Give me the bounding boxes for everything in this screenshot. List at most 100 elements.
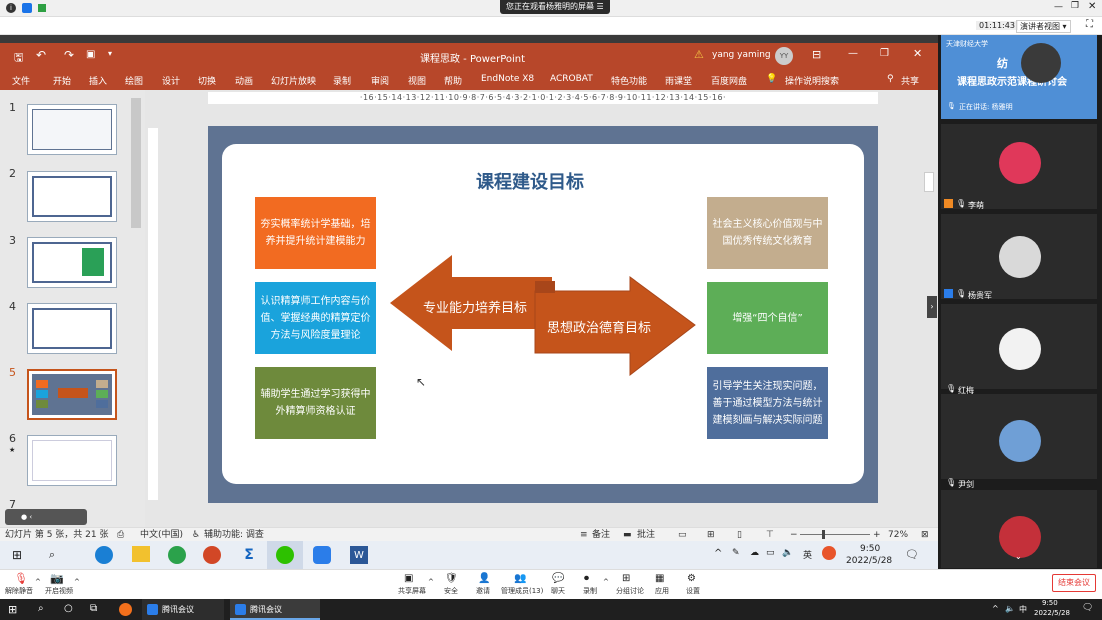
- slide-sorter-icon[interactable]: ⊞: [707, 528, 715, 542]
- comments-button[interactable]: 批注: [637, 528, 655, 542]
- qat-more-icon[interactable]: ▾: [108, 49, 112, 58]
- notes-icon[interactable]: ≡: [580, 528, 588, 542]
- chat-icon[interactable]: 💬: [552, 573, 564, 584]
- minimize-icon[interactable]: —: [848, 48, 858, 59]
- firefox-icon[interactable]: [119, 603, 132, 616]
- accessibility-icon[interactable]: ♿: [192, 528, 200, 542]
- normal-view-icon[interactable]: ▭: [678, 528, 687, 542]
- browser-icon[interactable]: [168, 546, 186, 564]
- undo-icon[interactable]: ↶: [36, 48, 46, 62]
- restore-icon[interactable]: ❐: [1071, 1, 1079, 11]
- security-icon[interactable]: 🛡: [445, 573, 458, 584]
- wechat-icon[interactable]: [276, 546, 294, 564]
- save-icon[interactable]: 🖫: [14, 49, 23, 68]
- tab-help[interactable]: 帮助: [444, 74, 462, 87]
- participant-tile-4[interactable]: 🎙 尹剑: [941, 394, 1097, 489]
- chevron-up-icon[interactable]: ^: [714, 548, 722, 559]
- clock-date[interactable]: 2022/5/28: [846, 556, 892, 566]
- speaker-view-button[interactable]: 演讲者视图 ▾: [1016, 20, 1071, 33]
- present-icon[interactable]: ▣: [86, 49, 95, 60]
- slide-thumbnail-1[interactable]: [27, 104, 117, 155]
- breakout-button[interactable]: 分组讨论: [616, 586, 644, 596]
- file-explorer-icon[interactable]: [132, 546, 150, 562]
- chevron-up-icon[interactable]: ^: [74, 578, 80, 586]
- start-video-button[interactable]: 开启视频: [45, 586, 73, 596]
- security-button[interactable]: 安全: [444, 586, 458, 596]
- close-icon[interactable]: ✕: [913, 47, 922, 60]
- share-screen-icon[interactable]: ▣: [404, 573, 413, 584]
- windows-start-icon[interactable]: ⊞: [8, 603, 17, 616]
- video-off-icon[interactable]: 📷: [50, 572, 64, 585]
- sharer-video-thumb[interactable]: ● ‹: [5, 509, 87, 525]
- windows-start-icon[interactable]: ⊞: [10, 548, 24, 562]
- slide-thumbnail-4[interactable]: [27, 303, 117, 354]
- sigma-app-icon[interactable]: Σ: [240, 546, 258, 564]
- warning-icon[interactable]: ⚠: [694, 48, 704, 61]
- tab-record[interactable]: 录制: [333, 74, 351, 87]
- zoom-slider[interactable]: [800, 534, 870, 535]
- zoom-in-icon[interactable]: +: [873, 528, 881, 542]
- participant-tile-3[interactable]: 🎙 红梅: [941, 304, 1097, 395]
- zoom-level[interactable]: 72%: [888, 528, 908, 542]
- share-button[interactable]: 共享: [901, 74, 919, 87]
- invite-button[interactable]: 邀请: [476, 586, 490, 596]
- speaker-icon[interactable]: 🔈: [1005, 604, 1015, 613]
- edge-icon[interactable]: [95, 546, 113, 564]
- word-icon[interactable]: W: [350, 546, 368, 564]
- search-icon[interactable]: ⌕: [38, 603, 44, 614]
- manage-members-button[interactable]: 管理成员(13): [501, 586, 543, 596]
- invite-icon[interactable]: 👤: [478, 573, 490, 584]
- slide-thumbnail-3[interactable]: [27, 237, 117, 288]
- slide-thumbnail-6[interactable]: [27, 435, 117, 486]
- slideshow-view-icon[interactable]: ⊤: [766, 528, 774, 542]
- chevron-up-icon[interactable]: ^: [603, 578, 609, 586]
- scrollbar[interactable]: [924, 172, 934, 192]
- shield-icon[interactable]: [22, 3, 32, 13]
- breakout-icon[interactable]: ⊞: [622, 573, 630, 584]
- tencent-meeting-icon[interactable]: [313, 546, 331, 564]
- taskbar-app-1[interactable]: 腾讯会议: [142, 599, 224, 620]
- cortana-icon[interactable]: ○: [64, 603, 73, 614]
- tab-animations[interactable]: 动画: [235, 74, 253, 87]
- accessibility-status[interactable]: 辅助功能: 调查: [204, 528, 264, 542]
- chevron-down-icon[interactable]: ⌄: [1015, 552, 1022, 561]
- speaker-icon[interactable]: 🔈: [782, 548, 793, 558]
- tab-slideshow[interactable]: 幻灯片放映: [271, 74, 316, 87]
- chevron-up-icon[interactable]: ^: [428, 578, 434, 586]
- right-arrow-label[interactable]: 思想政治德育目标: [547, 317, 651, 336]
- ribbon-display-icon[interactable]: ⊟: [812, 48, 821, 61]
- slide-thumbnail-2[interactable]: [27, 171, 117, 222]
- tab-file[interactable]: 文件: [12, 74, 30, 87]
- zoom-out-icon[interactable]: −: [790, 528, 798, 542]
- comments-icon[interactable]: ▬: [623, 528, 632, 542]
- collapse-panel-button[interactable]: ›: [927, 296, 937, 318]
- record-button[interactable]: 录制: [583, 586, 597, 596]
- taskbar-app-2[interactable]: 腾讯会议: [230, 599, 320, 620]
- goal-box-right-3[interactable]: 引导学生关注现实问题，善于通过模型方法与统计建模刻画与解决实际问题: [707, 367, 828, 439]
- fullscreen-icon[interactable]: ⛶: [1086, 19, 1093, 30]
- tab-review[interactable]: 审阅: [371, 74, 389, 87]
- chevron-up-icon[interactable]: ^: [992, 604, 999, 613]
- share-icon[interactable]: ⚲: [887, 74, 894, 84]
- pen-icon[interactable]: ✎: [732, 548, 740, 558]
- battery-icon[interactable]: ▭: [766, 548, 775, 558]
- left-arrow-label[interactable]: 专业能力培养目标: [423, 297, 527, 316]
- goal-box-left-3[interactable]: 辅助学生通过学习获得中外精算师资格认证: [255, 367, 376, 439]
- participant-tile-2[interactable]: 🎙 杨贵军: [941, 214, 1097, 300]
- tab-design[interactable]: 设计: [162, 74, 180, 87]
- apps-button[interactable]: 应用: [655, 586, 669, 596]
- notification-icon[interactable]: 🗨: [1082, 603, 1093, 613]
- language-status[interactable]: 中文(中国): [140, 528, 183, 542]
- settings-button[interactable]: 设置: [686, 586, 700, 596]
- tab-featured[interactable]: 特色功能: [611, 74, 647, 87]
- reading-view-icon[interactable]: ▯: [737, 528, 742, 542]
- participant-tile-5[interactable]: ⌄: [941, 490, 1097, 568]
- notes-button[interactable]: 备注: [592, 528, 610, 542]
- scrollbar[interactable]: [131, 98, 141, 228]
- search-icon[interactable]: ⌕: [45, 548, 59, 562]
- record-icon[interactable]: ⏺: [584, 573, 589, 584]
- tab-baidu-pan[interactable]: 百度网盘: [711, 74, 747, 87]
- lightbulb-icon[interactable]: 💡: [766, 74, 777, 84]
- zoom-slider-thumb[interactable]: [822, 530, 825, 539]
- speaker-video-tile[interactable]: 天津财经大学 纺 课程思政示范课程研讨会 🎙 正在讲话: 杨雅明: [941, 35, 1097, 119]
